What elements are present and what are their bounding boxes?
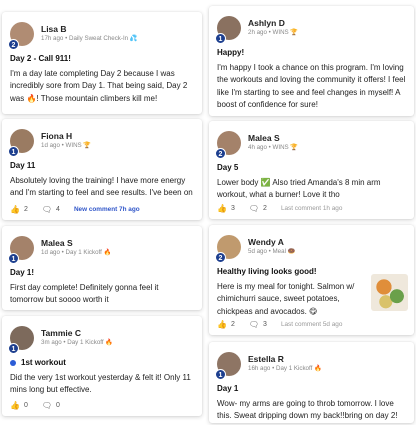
post-body: Wow- my arms are going to throb tomorrow… <box>217 399 398 421</box>
post-footer: 👍 0 🗨 0 <box>10 401 194 410</box>
post-body: Did the very 1st workout yesterday & fel… <box>10 373 191 395</box>
level-badge: 2 <box>8 39 19 50</box>
avatar[interactable]: 2 <box>215 235 241 263</box>
post-title: Day 5 <box>217 163 239 172</box>
post-meta: 17h ago • Daily Sweat Check-In 💦 <box>41 35 138 43</box>
post-body: First day complete! Definitely gonna fee… <box>10 283 159 305</box>
post-body: I'm happy I took a chance on this progra… <box>217 63 406 110</box>
post-body: Absolutely loving the training! I have m… <box>10 176 193 198</box>
post-card[interactable]: 1 Fiona H 1d ago • WINS 🏆 Day 11 Absolut… <box>2 119 202 220</box>
author-name[interactable]: Malea S <box>248 133 298 143</box>
like-count: 2 <box>230 321 235 328</box>
post-header: 1 Estella R 16h ago • Day 1 Kickoff 🔥 <box>215 348 406 380</box>
level-badge: 1 <box>8 146 19 157</box>
post-footer: 👍 2 🗨 3 Last comment 5d ago <box>217 320 406 329</box>
level-badge: 2 <box>215 148 226 159</box>
comment-count: 4 <box>56 206 60 213</box>
post-meta: 1d ago • Day 1 Kickoff 🔥 <box>41 249 112 257</box>
post-title-text: 1st workout <box>21 358 66 367</box>
level-badge: 1 <box>8 253 19 264</box>
thumbs-up-icon[interactable]: 👍 <box>217 204 227 213</box>
like-count: 2 <box>23 206 28 213</box>
author-name[interactable]: Tammie C <box>41 328 113 338</box>
comment-icon[interactable]: 🗨 <box>42 205 52 214</box>
avatar[interactable]: 1 <box>215 16 241 44</box>
post-meta: 16h ago • Day 1 Kickoff 🔥 <box>248 365 322 373</box>
last-comment-link[interactable]: Last comment 5d ago <box>281 321 342 328</box>
post-card[interactable]: 2 Lisa B 17h ago • Daily Sweat Check-In … <box>2 12 202 114</box>
post-meta: 4h ago • WINS 🏆 <box>248 144 299 152</box>
avatar[interactable]: 2 <box>215 131 241 159</box>
thumbs-up-icon[interactable]: 👍 <box>10 401 20 410</box>
like-count: 0 <box>23 402 28 409</box>
comment-icon[interactable]: 🗨 <box>42 401 52 410</box>
like-count: 3 <box>230 205 235 212</box>
avatar[interactable]: 1 <box>8 326 34 354</box>
post-title: Day 1 <box>217 384 239 393</box>
comment-icon[interactable]: 🗨 <box>249 320 259 329</box>
comment-count: 2 <box>263 205 267 212</box>
post-meta: 2h ago • WINS 🏆 <box>248 29 299 37</box>
post-header: 1 Fiona H 1d ago • WINS 🏆 <box>8 125 194 157</box>
post-card[interactable]: 2 Malea S 4h ago • WINS 🏆 Day 5 Lower bo… <box>209 121 414 219</box>
post-card[interactable]: 1 Malea S 1d ago • Day 1 Kickoff 🔥 Day 1… <box>2 226 202 310</box>
comment-icon[interactable]: 🗨 <box>249 204 259 213</box>
avatar[interactable]: 1 <box>8 236 34 264</box>
author-name[interactable]: Wendy A <box>248 237 295 247</box>
post-header: 2 Malea S 4h ago • WINS 🏆 <box>215 127 406 159</box>
avatar[interactable]: 2 <box>8 22 34 50</box>
unread-dot <box>10 359 16 366</box>
level-badge: 2 <box>215 252 226 263</box>
post-header: 2 Wendy A 5d ago • Meal 🍩 <box>215 231 406 263</box>
post-body: I'm a day late completing Day 2 because … <box>10 69 188 103</box>
post-footer: 👍 3 🗨 2 Last comment 1h ago <box>217 204 406 213</box>
post-title: Day 11 <box>10 161 36 170</box>
thumbs-up-icon[interactable]: 👍 <box>10 205 20 214</box>
avatar[interactable]: 1 <box>8 129 34 157</box>
comment-count: 0 <box>56 402 60 409</box>
meal-photo-thumbnail[interactable] <box>371 274 408 311</box>
post-card[interactable]: 1 Ashlyn D 2h ago • WINS 🏆 Happy! I'm ha… <box>209 6 414 116</box>
comment-count: 3 <box>263 321 267 328</box>
level-badge: 1 <box>8 343 19 354</box>
post-header: 1 Malea S 1d ago • Day 1 Kickoff 🔥 <box>8 232 194 264</box>
post-title: Happy! <box>217 48 245 57</box>
thumbs-up-icon[interactable]: 👍 <box>217 320 227 329</box>
post-meta: 3m ago • Day 1 Kickoff 🔥 <box>41 339 114 347</box>
last-comment-link[interactable]: New comment 7h ago <box>74 206 140 213</box>
post-header: 2 Lisa B 17h ago • Daily Sweat Check-In … <box>8 18 194 50</box>
post-meta: 1d ago • WINS 🏆 <box>41 142 92 150</box>
post-title: Day 1! <box>10 268 35 277</box>
post-header: 1 Tammie C 3m ago • Day 1 Kickoff 🔥 <box>8 322 194 354</box>
post-title: 1st workout <box>10 358 194 367</box>
author-name[interactable]: Estella R <box>248 354 322 364</box>
level-badge: 1 <box>215 33 226 44</box>
post-body: Lower body ✅ Also tried Amanda's 8 min a… <box>217 178 381 200</box>
author-name[interactable]: Ashlyn D <box>248 18 298 28</box>
post-card[interactable]: 1 Estella R 16h ago • Day 1 Kickoff 🔥 Da… <box>209 342 414 423</box>
post-header: 1 Ashlyn D 2h ago • WINS 🏆 <box>215 12 406 44</box>
author-name[interactable]: Lisa B <box>41 24 138 34</box>
author-name[interactable]: Malea S <box>41 238 111 248</box>
post-card[interactable]: 1 Tammie C 3m ago • Day 1 Kickoff 🔥 1st … <box>2 316 202 416</box>
last-comment-link[interactable]: Last comment 1h ago <box>281 205 342 212</box>
post-title: Day 2 - Call 911! <box>10 54 71 63</box>
avatar[interactable]: 1 <box>215 352 241 380</box>
post-card[interactable]: 2 Wendy A 5d ago • Meal 🍩 Healthy living… <box>209 225 414 335</box>
author-name[interactable]: Fiona H <box>41 131 91 141</box>
post-meta: 5d ago • Meal 🍩 <box>248 248 296 256</box>
level-badge: 1 <box>215 369 226 380</box>
post-footer: 👍 2 🗨 4 New comment 7h ago <box>10 205 194 214</box>
